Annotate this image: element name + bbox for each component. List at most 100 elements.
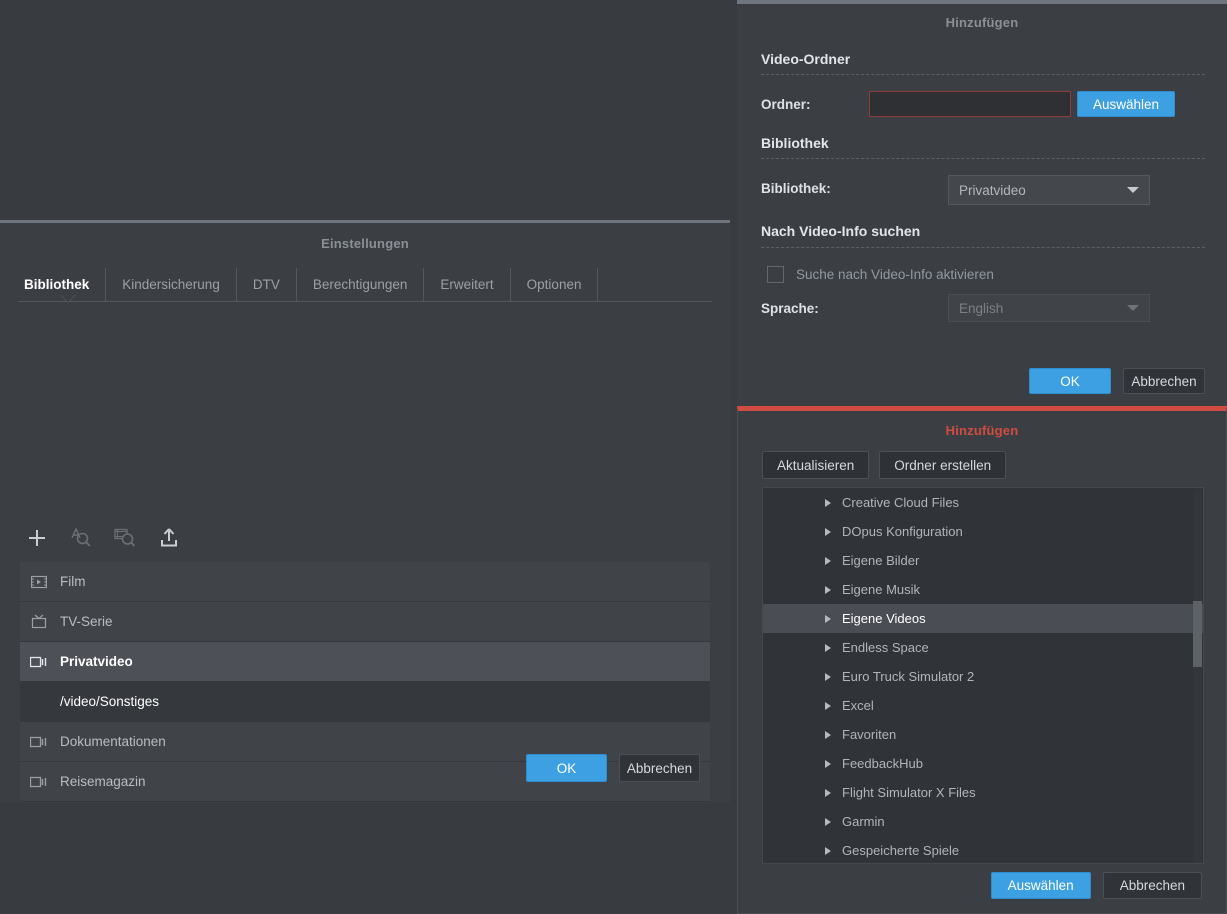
add-dialog-cancel-button[interactable]: Abbrechen xyxy=(1123,368,1205,394)
video-icon xyxy=(26,736,52,748)
library-row-path[interactable]: /video/Sonstiges xyxy=(20,682,710,722)
library-toolbar xyxy=(22,523,184,553)
tab-optionen[interactable]: Optionen xyxy=(511,268,599,301)
tree-item-label: Eigene Bilder xyxy=(842,553,920,568)
tree-item[interactable]: Favoriten xyxy=(763,720,1203,749)
tab-label: DTV xyxy=(252,277,280,292)
chevron-right-icon[interactable] xyxy=(825,614,831,623)
tv-icon xyxy=(26,614,52,629)
browse-cancel-button[interactable]: Abbrechen xyxy=(1102,872,1202,899)
tabbar-underline xyxy=(18,301,712,302)
settings-window: Einstellungen Bibliothek Kindersicherung… xyxy=(0,220,730,803)
scrollbar-thumb[interactable] xyxy=(1193,601,1202,667)
folder-tree[interactable]: Creative Cloud Files DOpus Konfiguration… xyxy=(762,487,1204,864)
tree-item-label: Eigene Musik xyxy=(842,582,921,597)
chevron-right-icon[interactable] xyxy=(825,498,831,507)
tree-item[interactable]: Garmin xyxy=(763,807,1203,836)
chevron-right-icon[interactable] xyxy=(825,730,831,739)
chevron-right-icon[interactable] xyxy=(825,672,831,681)
chevron-down-icon xyxy=(1127,187,1139,193)
active-tab-notch xyxy=(61,295,75,302)
tab-label: Erweitert xyxy=(440,277,494,292)
folder-tree-scrollbar[interactable] xyxy=(1193,489,1202,863)
chevron-right-icon[interactable] xyxy=(825,556,831,565)
plus-icon[interactable] xyxy=(22,523,52,553)
tab-berechtigungen[interactable]: Berechtigungen xyxy=(297,268,425,301)
folder-input[interactable] xyxy=(869,91,1071,117)
checkbox-box xyxy=(767,266,784,283)
tree-item-selected[interactable]: Eigene Videos xyxy=(763,604,1203,633)
enable-video-info-search-checkbox[interactable]: Suche nach Video-Info aktivieren xyxy=(767,266,994,283)
tree-item[interactable]: Excel xyxy=(763,691,1203,720)
library-row-privatvideo[interactable]: Privatvideo xyxy=(20,642,710,682)
tree-item[interactable]: Eigene Bilder xyxy=(763,546,1203,575)
tree-item-label: Garmin xyxy=(842,814,885,829)
language-select[interactable]: English xyxy=(948,294,1150,322)
settings-tabbar: Bibliothek Kindersicherung DTV Berechtig… xyxy=(18,268,712,301)
tree-item[interactable]: Flight Simulator X Files xyxy=(763,778,1203,807)
tree-item[interactable]: DOpus Konfiguration xyxy=(763,517,1203,546)
tree-item[interactable]: Creative Cloud Files xyxy=(763,488,1203,517)
language-select-value: English xyxy=(959,300,1004,316)
tree-item-label: Euro Truck Simulator 2 xyxy=(842,669,975,684)
video-icon xyxy=(26,776,52,788)
tree-item-label: Eigene Videos xyxy=(842,611,926,626)
tab-dtv[interactable]: DTV xyxy=(237,268,297,301)
choose-folder-button[interactable]: Auswählen xyxy=(1077,91,1175,117)
export-upload-icon[interactable] xyxy=(154,523,184,553)
library-row-label: /video/Sonstiges xyxy=(60,694,160,709)
tree-item-label: FeedbackHub xyxy=(842,756,923,771)
chevron-right-icon[interactable] xyxy=(825,759,831,768)
tab-erweitert[interactable]: Erweitert xyxy=(424,268,511,301)
browse-toolbar: Aktualisieren Ordner erstellen xyxy=(762,451,1007,479)
tab-label: Bibliothek xyxy=(24,277,90,292)
section-library-rule xyxy=(761,158,1205,159)
section-video-folder-rule xyxy=(761,74,1205,75)
language-field-label: Sprache: xyxy=(761,301,819,316)
tree-item-label: Creative Cloud Files xyxy=(842,495,960,510)
tree-item[interactable]: Euro Truck Simulator 2 xyxy=(763,662,1203,691)
create-folder-button[interactable]: Ordner erstellen xyxy=(879,451,1007,479)
tab-label: Berechtigungen xyxy=(312,277,408,292)
add-dialog-title: Hinzufügen xyxy=(945,15,1019,30)
browse-button-bar: Auswählen Abbrechen xyxy=(990,872,1202,899)
chevron-right-icon[interactable] xyxy=(825,643,831,652)
library-row-label: TV-Serie xyxy=(60,614,113,629)
tree-item[interactable]: FeedbackHub xyxy=(763,749,1203,778)
folder-browse-dialog: Hinzufügen Aktualisieren Ordner erstelle… xyxy=(737,406,1227,914)
browse-select-button[interactable]: Auswählen xyxy=(990,872,1091,899)
settings-button-bar: OK Abbrechen xyxy=(526,754,700,782)
tree-item-label: Gespeicherte Spiele xyxy=(842,843,960,858)
library-row-label: Film xyxy=(60,574,86,589)
settings-ok-button[interactable]: OK xyxy=(526,754,607,782)
add-folder-dialog: Hinzufügen Video-Ordner Ordner: Auswähle… xyxy=(737,0,1227,406)
chevron-down-icon xyxy=(1127,305,1139,311)
library-row-film[interactable]: Film xyxy=(20,562,710,602)
text-search-icon[interactable] xyxy=(66,523,96,553)
tree-item-label: DOpus Konfiguration xyxy=(842,524,963,539)
library-row-label: Reisemagazin xyxy=(60,774,146,789)
tree-item[interactable]: Endless Space xyxy=(763,633,1203,662)
film-icon xyxy=(26,575,52,589)
chevron-right-icon[interactable] xyxy=(825,788,831,797)
screen: Einstellungen Bibliothek Kindersicherung… xyxy=(0,0,1227,914)
chevron-right-icon[interactable] xyxy=(825,701,831,710)
add-dialog-ok-button[interactable]: OK xyxy=(1029,368,1111,394)
library-row-tv-serie[interactable]: TV-Serie xyxy=(20,602,710,642)
tree-item[interactable]: Eigene Musik xyxy=(763,575,1203,604)
library-select[interactable]: Privatvideo xyxy=(948,175,1150,205)
media-search-icon[interactable] xyxy=(110,523,140,553)
tree-item[interactable]: Gespeicherte Spiele xyxy=(763,836,1203,863)
refresh-button[interactable]: Aktualisieren xyxy=(762,451,870,479)
settings-cancel-button[interactable]: Abbrechen xyxy=(619,754,700,782)
tab-label: Kindersicherung xyxy=(122,277,220,292)
settings-window-title: Einstellungen xyxy=(321,236,409,251)
video-icon xyxy=(26,656,52,668)
chevron-right-icon[interactable] xyxy=(825,527,831,536)
chevron-right-icon[interactable] xyxy=(825,585,831,594)
checkbox-label: Suche nach Video-Info aktivieren xyxy=(796,267,994,282)
chevron-right-icon[interactable] xyxy=(825,846,831,855)
tab-kindersicherung[interactable]: Kindersicherung xyxy=(106,268,237,301)
chevron-right-icon[interactable] xyxy=(825,817,831,826)
tree-item-label: Flight Simulator X Files xyxy=(842,785,976,800)
